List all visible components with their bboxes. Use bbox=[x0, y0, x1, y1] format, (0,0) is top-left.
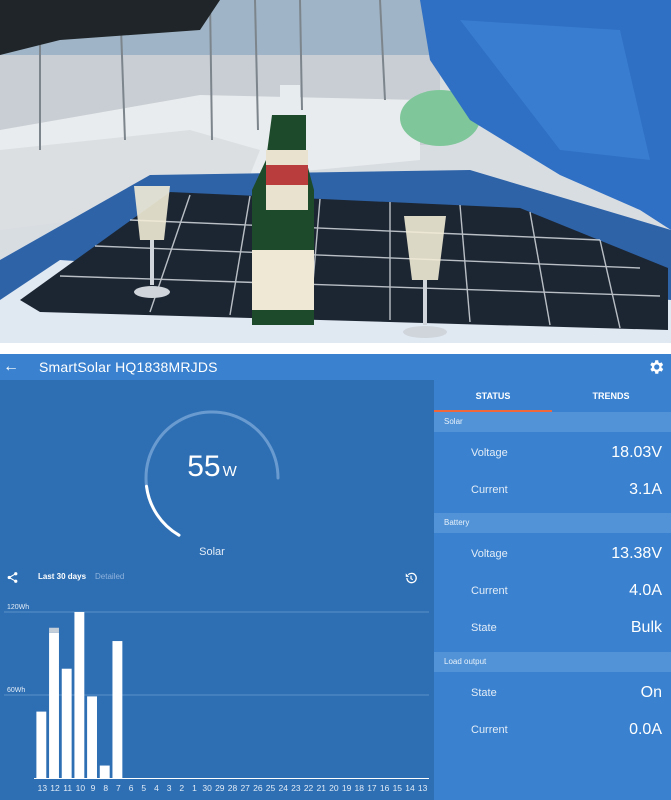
chart-bar[interactable] bbox=[74, 612, 85, 778]
chart-bar[interactable] bbox=[112, 641, 123, 778]
load-current-value: 0.0A bbox=[629, 721, 662, 738]
chart-bar-cap bbox=[49, 627, 59, 633]
load-current-row: Current 0.0A bbox=[434, 713, 671, 750]
section-solar: Solar bbox=[434, 412, 671, 432]
chart-bar[interactable] bbox=[61, 668, 72, 778]
x-tick-label: 3 bbox=[167, 783, 172, 793]
history-icon[interactable] bbox=[404, 571, 418, 585]
load-state-label: State bbox=[471, 687, 497, 699]
solar-current-row: Current 3.1A bbox=[434, 473, 671, 510]
chart-toolbar: Last 30 days Detailed bbox=[0, 570, 432, 586]
tab-last-30-days[interactable]: Last 30 days bbox=[38, 572, 86, 581]
battery-current-row: Current 4.0A bbox=[434, 574, 671, 611]
section-load-output: Load output bbox=[434, 652, 671, 672]
x-tick-label: 26 bbox=[253, 783, 263, 793]
x-tick-label: 10 bbox=[76, 783, 86, 793]
share-icon[interactable] bbox=[6, 571, 19, 584]
right-panel: STATUS TRENDS Solar Voltage 18.03V Curre… bbox=[434, 380, 671, 800]
x-tick-label: 17 bbox=[367, 783, 377, 793]
battery-voltage-row: Voltage 13.38V bbox=[434, 537, 671, 574]
gauge-value: 55 W bbox=[140, 450, 284, 484]
photo-border bbox=[0, 343, 671, 354]
chart-bar[interactable] bbox=[87, 696, 97, 778]
gauge-fill bbox=[145, 484, 181, 537]
solar-voltage-label: Voltage bbox=[471, 447, 508, 459]
x-tick-label: 28 bbox=[228, 783, 238, 793]
device-title: SmartSolar HQ1838MRJDS bbox=[39, 359, 218, 375]
chart-bar[interactable] bbox=[36, 711, 47, 778]
x-tick-label: 13 bbox=[418, 783, 428, 793]
chart-bar[interactable] bbox=[99, 765, 110, 778]
x-tick-label: 18 bbox=[355, 783, 365, 793]
battery-current-label: Current bbox=[471, 585, 508, 597]
x-tick-label: 11 bbox=[63, 783, 72, 793]
x-tick-label: 16 bbox=[380, 783, 390, 793]
section-battery: Battery bbox=[434, 513, 671, 533]
x-tick-label: 23 bbox=[291, 783, 301, 793]
x-tick-label: 7 bbox=[116, 783, 121, 793]
x-tick-label: 1 bbox=[192, 783, 197, 793]
battery-state-row: State Bulk bbox=[434, 611, 671, 648]
solar-power-gauge: 55 W bbox=[140, 406, 284, 546]
x-tick-label: 21 bbox=[317, 783, 327, 793]
load-state-row: State On bbox=[434, 676, 671, 713]
gauge-unit: W bbox=[222, 463, 237, 480]
chart-bar[interactable] bbox=[49, 632, 59, 778]
solar-voltage-value: 18.03V bbox=[611, 444, 662, 461]
back-arrow-icon[interactable]: ← bbox=[0, 354, 22, 380]
x-tick-label: 4 bbox=[154, 783, 159, 793]
x-tick-label: 15 bbox=[393, 783, 403, 793]
x-tick-label: 27 bbox=[240, 783, 250, 793]
battery-state-value: Bulk bbox=[630, 619, 662, 636]
y-tick-label: 60Wh bbox=[7, 687, 25, 694]
tab-trends[interactable]: TRENDS bbox=[552, 380, 670, 412]
gauge-number: 55 bbox=[187, 450, 221, 483]
x-tick-label: 12 bbox=[50, 783, 60, 793]
solar-current-value: 3.1A bbox=[629, 481, 662, 498]
battery-current-value: 4.0A bbox=[629, 582, 662, 599]
y-tick-label: 120Wh bbox=[7, 604, 29, 611]
victron-app-screen: ← SmartSolar HQ1838MRJDS 55 W Solar Last … bbox=[0, 354, 671, 800]
x-tick-label: 22 bbox=[304, 783, 314, 793]
tab-detailed[interactable]: Detailed bbox=[95, 572, 124, 581]
battery-voltage-label: Voltage bbox=[471, 548, 508, 560]
battery-voltage-value: 13.38V bbox=[611, 545, 662, 562]
load-current-label: Current bbox=[471, 724, 508, 736]
x-tick-label: 13 bbox=[38, 783, 48, 793]
solar-current-label: Current bbox=[471, 484, 508, 496]
x-tick-label: 24 bbox=[278, 783, 288, 793]
x-tick-label: 14 bbox=[405, 783, 415, 793]
x-tick-label: 20 bbox=[329, 783, 339, 793]
status-tabs: STATUS TRENDS bbox=[434, 380, 671, 412]
load-state-value: On bbox=[640, 684, 662, 701]
x-tick-label: 9 bbox=[91, 783, 96, 793]
x-tick-label: 19 bbox=[342, 783, 352, 793]
x-tick-label: 29 bbox=[215, 783, 225, 793]
tab-status[interactable]: STATUS bbox=[434, 380, 552, 412]
app-bar: ← SmartSolar HQ1838MRJDS bbox=[0, 354, 671, 380]
x-tick-label: 2 bbox=[179, 783, 184, 793]
photo-solar-panel-champagne bbox=[0, 0, 671, 343]
x-tick-label: 25 bbox=[266, 783, 276, 793]
gear-icon[interactable] bbox=[647, 358, 665, 376]
solar-voltage-row: Voltage 18.03V bbox=[434, 436, 671, 473]
yield-bar-chart: 60Wh 120Wh 13 12 11 10 9 8 7 6 5 4 3 2 1 30 29 28 27 26 25 24… bbox=[0, 588, 432, 800]
x-tick-label: 30 bbox=[202, 783, 212, 793]
x-tick-label: 6 bbox=[129, 783, 134, 793]
x-tick-label: 8 bbox=[103, 783, 108, 793]
x-tick-label: 5 bbox=[141, 783, 146, 793]
left-panel: 55 W Solar Last 30 days Detailed 60Wh 120W… bbox=[0, 380, 432, 800]
battery-state-label: State bbox=[471, 622, 497, 634]
gauge-label: Solar bbox=[199, 546, 225, 558]
